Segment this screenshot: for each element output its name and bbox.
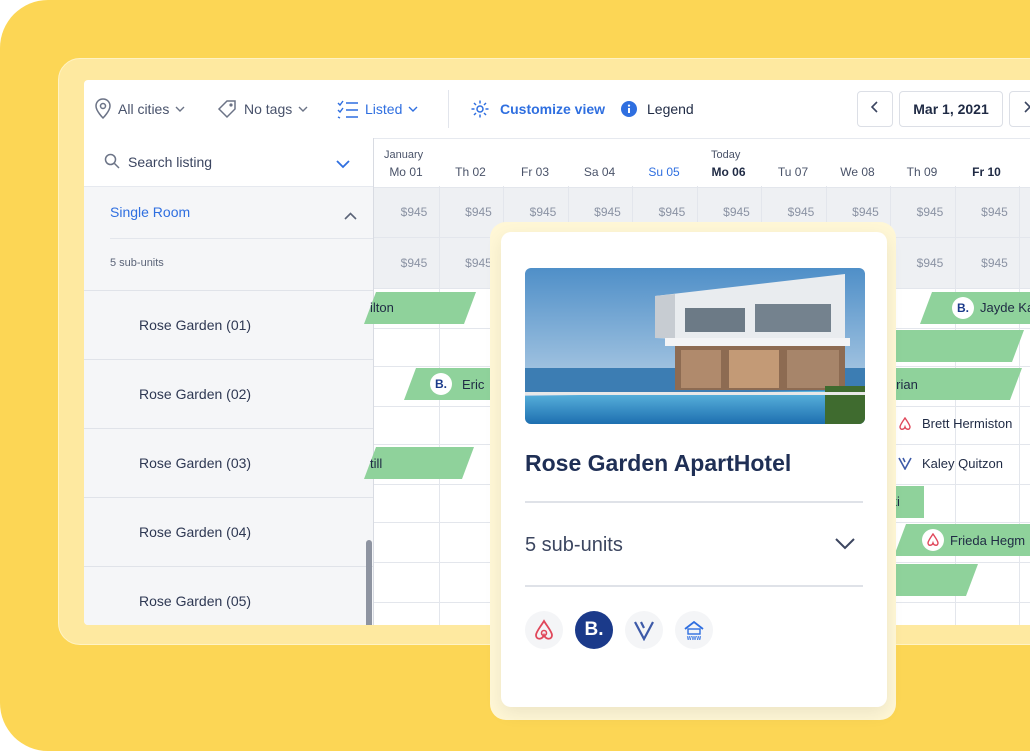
unit-label: Rose Garden (02) bbox=[139, 386, 252, 402]
sidebar-scrollbar[interactable] bbox=[366, 540, 372, 625]
reservation-guest: Jayde Ka bbox=[980, 300, 1030, 315]
list-item[interactable]: Rose Garden (03) bbox=[84, 428, 373, 497]
single-room-group[interactable]: Single Room bbox=[84, 186, 373, 238]
property-photo bbox=[525, 268, 865, 424]
chevron-right-icon bbox=[1023, 100, 1030, 118]
price-cell[interactable]: $945 bbox=[705, 205, 769, 219]
day-header: Th 09 bbox=[906, 165, 938, 179]
customize-view-button[interactable]: Customize view bbox=[470, 80, 605, 138]
price-cell[interactable]: $945 bbox=[640, 205, 704, 219]
group-label: Single Room bbox=[110, 204, 191, 220]
chevron-down-icon[interactable] bbox=[835, 537, 855, 555]
unit-label: Rose Garden (03) bbox=[139, 455, 252, 471]
booking-icon: B. bbox=[430, 373, 452, 395]
day-header: We 08 bbox=[840, 165, 875, 179]
chevron-down-icon[interactable] bbox=[336, 156, 350, 174]
day-header: Fr 10 bbox=[972, 165, 1001, 179]
day-header: Su 05 bbox=[648, 165, 680, 179]
chevron-down-icon bbox=[175, 106, 185, 112]
today-label: Today bbox=[711, 149, 741, 161]
price-cell[interactable]: $945 bbox=[576, 205, 640, 219]
svg-text:WWW: WWW bbox=[687, 636, 701, 641]
sub-units-count: 5 sub-units bbox=[110, 238, 373, 291]
legend-button[interactable]: Legend bbox=[621, 80, 694, 138]
list-item[interactable]: Rose Garden (04) bbox=[84, 497, 373, 566]
tag-icon bbox=[216, 98, 238, 120]
unit-label: Rose Garden (01) bbox=[139, 317, 252, 333]
chevron-down-icon bbox=[298, 106, 308, 112]
listed-filter-label: Listed bbox=[365, 101, 403, 117]
tags-filter[interactable]: No tags bbox=[216, 80, 308, 138]
checklist-icon bbox=[337, 99, 359, 119]
vrbo-icon[interactable] bbox=[625, 611, 663, 649]
location-pin-icon bbox=[94, 98, 112, 120]
airbnb-icon bbox=[922, 529, 944, 551]
gear-icon bbox=[470, 99, 490, 119]
reservation-guest: Brett Hermiston bbox=[922, 416, 1013, 431]
cities-filter-label: All cities bbox=[118, 101, 170, 117]
customize-view-label: Customize view bbox=[500, 101, 606, 117]
card-title: Rose Garden ApartHotel bbox=[525, 450, 792, 476]
day-header: Mo 01 bbox=[389, 165, 423, 179]
price-cell[interactable]: $945 bbox=[382, 205, 446, 219]
card-sub-units[interactable]: 5 sub-units bbox=[525, 534, 623, 557]
price-cell[interactable]: $945 bbox=[447, 205, 511, 219]
day-header: Fr 03 bbox=[520, 165, 549, 179]
chevron-up-icon[interactable] bbox=[344, 207, 357, 225]
divider bbox=[525, 501, 863, 503]
date-picker-button[interactable]: Mar 1, 2021 bbox=[899, 91, 1003, 127]
vrbo-icon bbox=[894, 452, 916, 474]
reservation-guest: Eric bbox=[462, 377, 485, 392]
chevron-left-icon bbox=[870, 100, 879, 118]
list-item[interactable]: Rose Garden (02) bbox=[84, 359, 373, 428]
price-cell[interactable]: $945 bbox=[834, 205, 898, 219]
sub-units-label: 5 sub-units bbox=[110, 257, 164, 269]
price-cell[interactable]: $945 bbox=[963, 256, 1027, 270]
reservation-guest: ilton bbox=[370, 300, 394, 315]
month-label: January bbox=[384, 149, 424, 161]
search-icon bbox=[104, 153, 120, 174]
previous-button[interactable] bbox=[857, 91, 893, 127]
reservation-guest: Frieda Hegm bbox=[950, 533, 1026, 548]
website-icon[interactable]: WWW bbox=[675, 611, 713, 649]
legend-label: Legend bbox=[647, 101, 694, 117]
price-cell[interactable]: $945 bbox=[382, 256, 446, 270]
booking-icon[interactable]: B. bbox=[575, 611, 613, 649]
price-cell[interactable]: $945 bbox=[511, 205, 575, 219]
unit-list: Rose Garden (01) Rose Garden (02) Rose G… bbox=[84, 290, 373, 625]
grid-row-line bbox=[374, 187, 1030, 188]
price-cell[interactable]: $945 bbox=[898, 205, 962, 219]
divider bbox=[525, 585, 863, 587]
list-item[interactable]: Rose Garden (05) bbox=[84, 566, 373, 625]
toolbar-divider bbox=[448, 90, 449, 128]
unit-label: Rose Garden (04) bbox=[139, 524, 252, 540]
airbnb-icon bbox=[894, 413, 916, 435]
list-item[interactable]: Rose Garden (01) bbox=[84, 290, 373, 359]
day-header: Th 02 bbox=[455, 165, 486, 179]
search-listing-label: Search listing bbox=[128, 154, 213, 170]
info-icon bbox=[621, 101, 637, 117]
day-header: Mo 06 bbox=[711, 165, 746, 179]
search-listing[interactable]: Search listing bbox=[84, 138, 373, 187]
listed-filter[interactable]: Listed bbox=[337, 80, 418, 138]
cities-filter[interactable]: All cities bbox=[94, 80, 185, 138]
day-header: Sa 04 bbox=[583, 165, 616, 179]
price-cell[interactable]: $945 bbox=[963, 205, 1027, 219]
reservation-guest: Kaley Quitzon bbox=[922, 456, 1003, 471]
day-header: Tu 07 bbox=[777, 165, 809, 179]
toolbar: All cities No tags Listed Customize view bbox=[84, 80, 1030, 139]
tags-filter-label: No tags bbox=[244, 101, 293, 117]
reservation-guest: till bbox=[370, 456, 383, 471]
next-button[interactable] bbox=[1009, 91, 1030, 127]
listing-sidebar: Search listing Single Room 5 sub-units R… bbox=[84, 138, 374, 625]
booking-icon: B. bbox=[952, 297, 974, 319]
unit-label: Rose Garden (05) bbox=[139, 593, 252, 609]
airbnb-icon[interactable] bbox=[525, 611, 563, 649]
listing-card: Rose Garden ApartHotel 5 sub-units B. WW… bbox=[501, 232, 887, 707]
price-cell[interactable]: $945 bbox=[769, 205, 833, 219]
price-cell[interactable]: $945 bbox=[898, 256, 962, 270]
chevron-down-icon bbox=[408, 106, 418, 112]
reservation-bar[interactable] bbox=[874, 330, 1024, 362]
